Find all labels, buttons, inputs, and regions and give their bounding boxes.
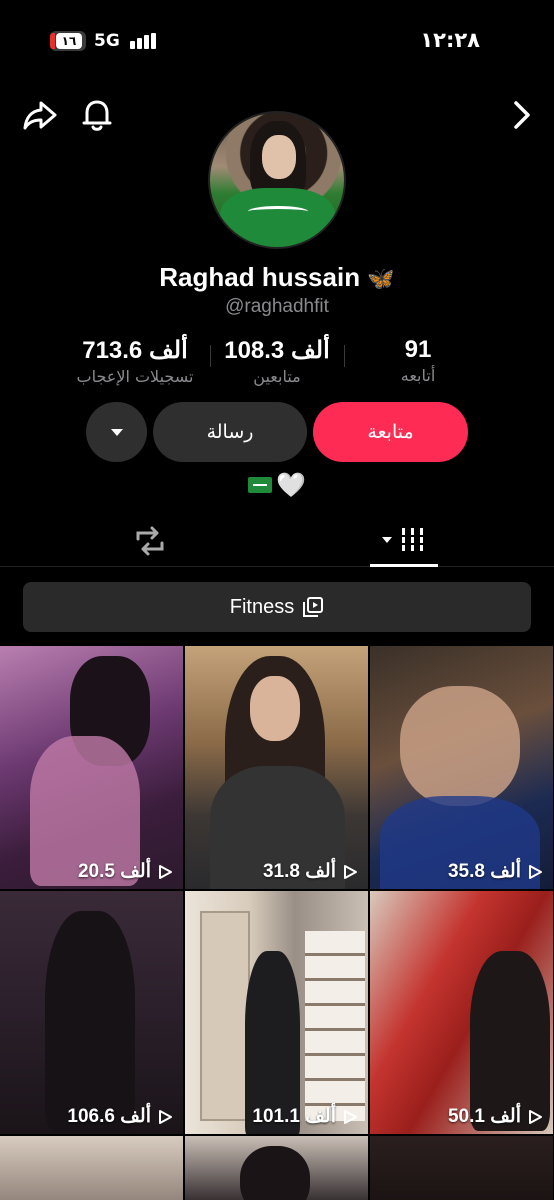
video-thumbnail[interactable] (185, 1136, 368, 1200)
likes-count: 713.6 ألف (82, 337, 188, 364)
play-icon (529, 1109, 542, 1124)
follow-button[interactable]: متابعة (313, 402, 468, 462)
followers-label: متابعين (253, 367, 301, 386)
message-button[interactable]: رسالة (153, 402, 307, 462)
bell-icon[interactable] (77, 95, 117, 135)
video-thumbnail[interactable] (0, 1136, 183, 1200)
collection-playlist-button[interactable]: Fitness (23, 582, 531, 632)
display-name-text: Raghad hussain (159, 262, 361, 292)
chevron-right-icon[interactable] (506, 97, 546, 137)
avatar[interactable] (208, 111, 346, 249)
tab-reposts[interactable] (130, 523, 170, 559)
butterfly-icon: 🦋 (367, 266, 395, 291)
profile-tabs (0, 515, 554, 567)
stat-divider (344, 345, 345, 367)
video-thumbnail[interactable]: 31.8 ألف (185, 646, 368, 889)
videos-grid-icon (382, 528, 426, 551)
followers-stat[interactable]: 108.3 ألف متابعين (210, 336, 344, 386)
video-thumbnail[interactable]: 50.1 ألف (370, 891, 553, 1134)
video-thumbnail[interactable]: 106.6 ألف (0, 891, 183, 1134)
share-icon[interactable] (20, 95, 60, 135)
repost-icon (136, 526, 164, 556)
more-options-button[interactable] (86, 402, 147, 462)
video-thumbnail[interactable] (370, 1136, 553, 1200)
view-count: 35.8 ألف (370, 860, 553, 883)
video-thumbnail[interactable]: 101.1 ألف (185, 891, 368, 1134)
collection-label: Fitness (229, 595, 295, 618)
followers-count: 108.3 ألف (224, 337, 330, 364)
play-icon (344, 864, 357, 879)
view-count: 20.5 ألف (0, 860, 183, 883)
view-count: 101.1 ألف (185, 1105, 368, 1128)
view-count: 50.1 ألف (370, 1105, 553, 1128)
following-stat[interactable]: 91 أتابعه (370, 336, 466, 385)
status-bar: ١٦ 5G ١٢:٢٨ (0, 0, 554, 80)
signal-icon (130, 33, 158, 49)
username-handle: @raghadhfit (225, 296, 329, 317)
network-type: 5G (94, 31, 120, 51)
play-icon (344, 1109, 357, 1124)
battery-level: ١٦ (61, 34, 77, 48)
following-label: أتابعه (400, 366, 436, 385)
play-icon (529, 864, 542, 879)
video-thumbnail[interactable]: 35.8 ألف (370, 646, 553, 889)
battery-icon: ١٦ (50, 31, 86, 51)
following-count: 91 (404, 336, 432, 363)
clock: ١٢:٢٨ (420, 28, 480, 52)
likes-stat[interactable]: 713.6 ألف تسجيلات الإعجاب (60, 336, 210, 386)
view-count: 106.6 ألف (0, 1105, 183, 1128)
play-icon (159, 864, 172, 879)
bio: 🤍 (0, 470, 554, 500)
caret-down-icon (110, 428, 123, 436)
view-count: 31.8 ألف (185, 860, 368, 883)
white-heart-icon: 🤍 (276, 471, 306, 499)
saudi-flag-icon (248, 477, 273, 493)
likes-label: تسجيلات الإعجاب (76, 367, 194, 386)
display-name: Raghad hussain 🦋 (0, 262, 554, 293)
video-thumbnail[interactable]: 20.5 ألف (0, 646, 183, 889)
playlist-icon (303, 597, 324, 617)
play-icon (159, 1109, 172, 1124)
tab-videos[interactable] (370, 515, 438, 567)
